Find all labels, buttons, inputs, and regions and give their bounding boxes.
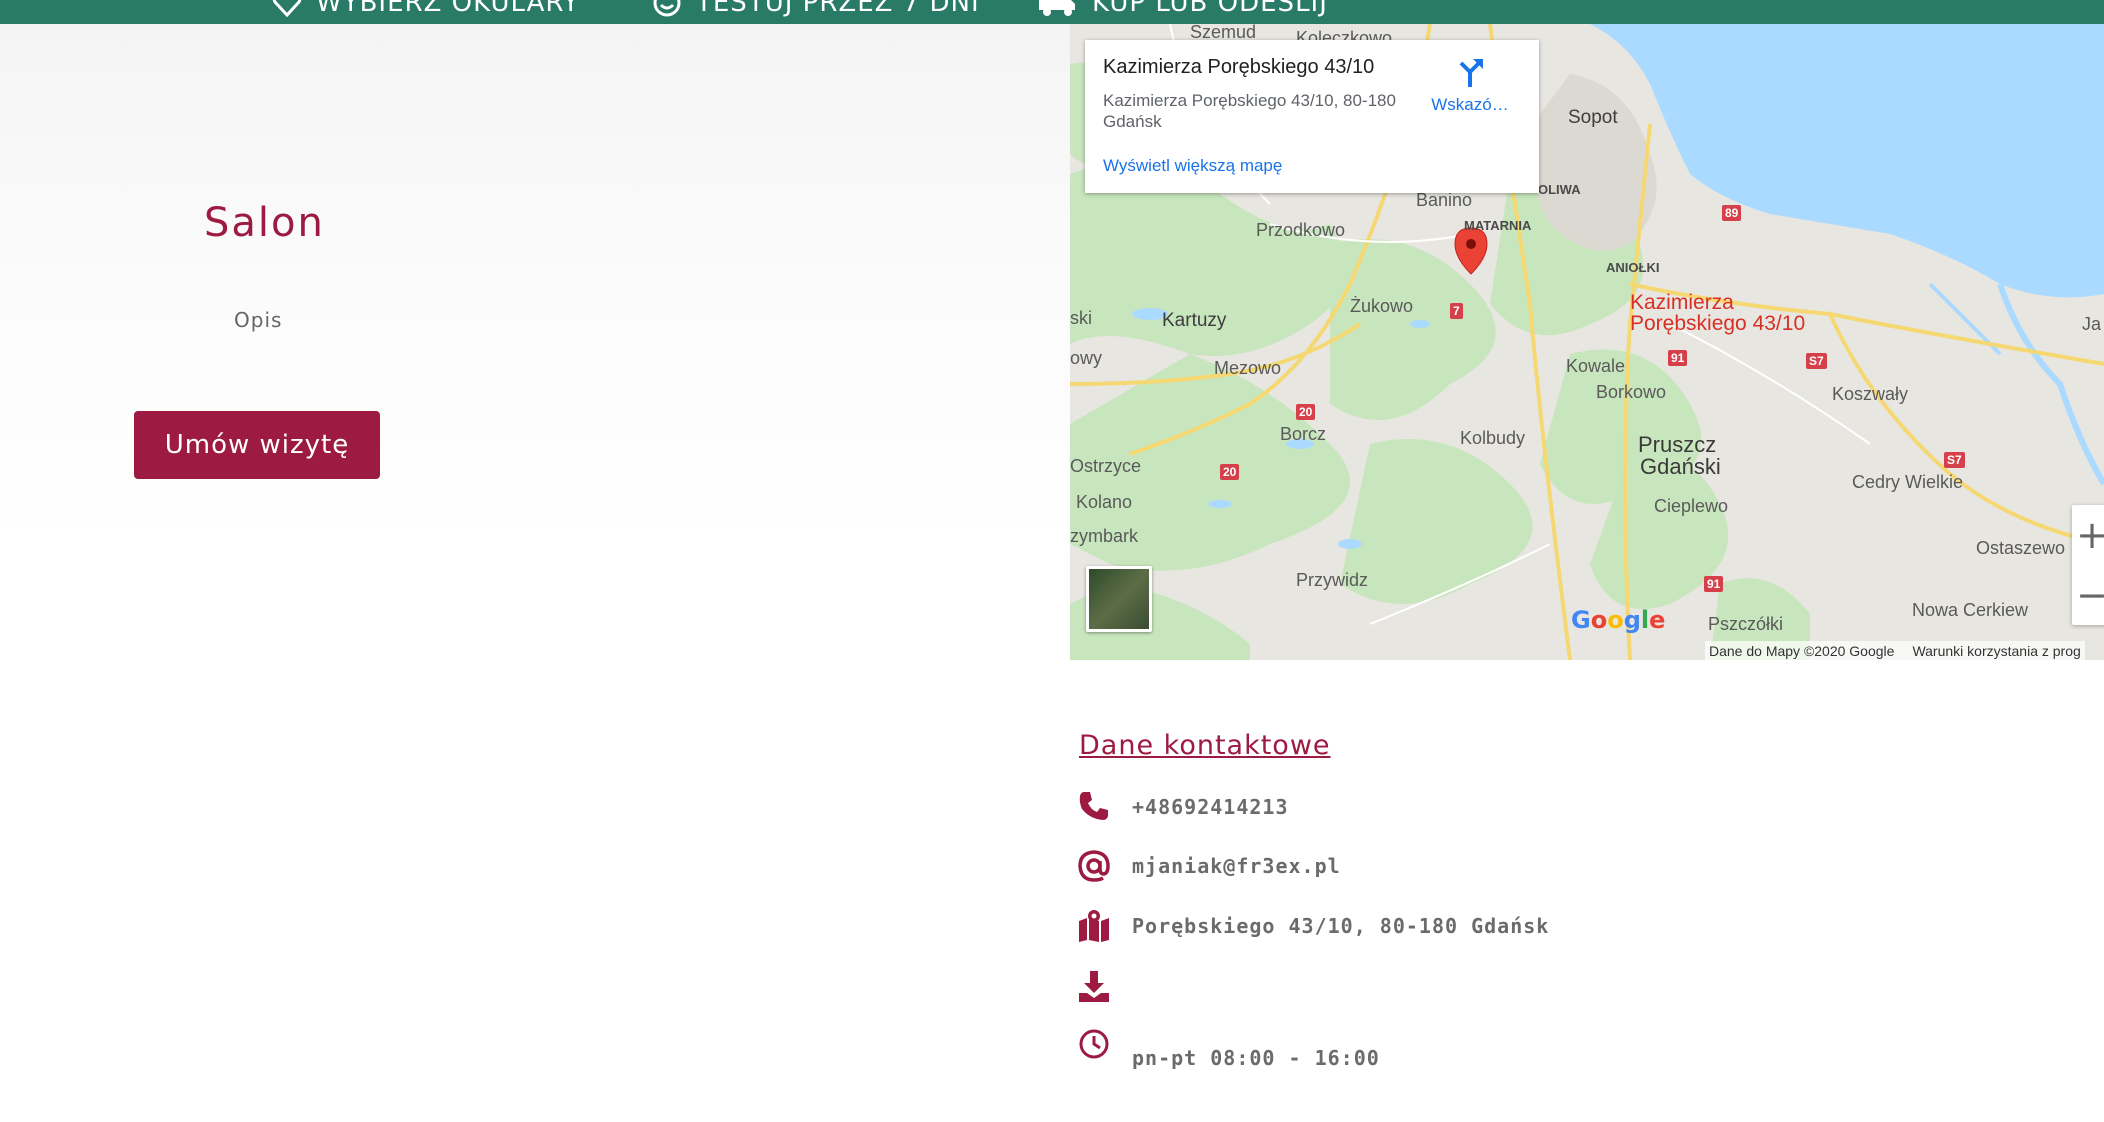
map-label: Kartuzy	[1162, 310, 1227, 331]
map-label: MATARNIA	[1464, 218, 1532, 233]
directions-button[interactable]: Wskazó…	[1425, 54, 1515, 115]
nav-item-label: WYBIERZ OKULARY	[316, 0, 580, 18]
road-shield: 7	[1450, 303, 1463, 319]
map-label: Nowa Cerkiew	[1912, 600, 2029, 620]
phone-icon	[1079, 792, 1108, 820]
contact-phone[interactable]: +48692414213	[1132, 795, 1289, 819]
nav-item-label: KUP LUB ODEŚLIJ	[1092, 0, 1328, 18]
at-icon	[1078, 850, 1110, 882]
road-shield: 91	[1668, 350, 1688, 366]
road-shield: S7	[1806, 353, 1827, 369]
map-label: Przywidz	[1296, 570, 1369, 590]
road-shield: 20	[1220, 464, 1240, 480]
map-label: owy	[1070, 348, 1103, 368]
truck-icon	[1039, 0, 1075, 16]
map-location-icon	[1079, 910, 1109, 942]
zoom-out-button[interactable]: −	[2072, 565, 2104, 625]
contact-email[interactable]: mjaniak@fr3ex.pl	[1132, 854, 1341, 878]
map-label: Kolbudy	[1460, 428, 1526, 448]
map-label: Kolano	[1076, 492, 1133, 512]
map-label: Przodkowo	[1256, 220, 1346, 240]
map-label: Sopot	[1568, 107, 1618, 128]
smile-icon	[653, 0, 681, 17]
map-label: Cedry Wielkie	[1852, 472, 1964, 492]
map-label: Ostaszewo	[1976, 538, 2066, 558]
map-label: Banino	[1416, 190, 1473, 210]
map-attribution: Dane do Mapy ©2020 Google Warunki korzys…	[1705, 641, 2085, 660]
book-appointment-button[interactable]: Umów wizytę	[134, 411, 380, 479]
road-shield: 20	[1296, 404, 1316, 420]
clock-icon	[1079, 1029, 1109, 1059]
map-label: Kowale	[1566, 356, 1626, 376]
map-label: ANIOŁKI	[1606, 260, 1660, 275]
contact-heading: Dane kontaktowe	[1079, 730, 1331, 761]
zoom-in-button[interactable]: +	[2072, 505, 2104, 565]
nav-item-label: TESTUJ PRZEZ 7 DNI	[696, 0, 980, 18]
map-label: Mezowo	[1214, 358, 1282, 378]
map-pin-label: Kazimierza Porębskiego 43/10	[1630, 291, 1806, 335]
map-card-address: Kazimierza Porębskiego 43/10, 80-180 Gda…	[1103, 91, 1396, 131]
view-larger-map-link[interactable]: Wyświetl większą mapę	[1103, 156, 1282, 176]
map-label: Ostrzyce	[1070, 456, 1142, 476]
page-title: Salon	[204, 200, 325, 246]
nav-item-choose-glasses[interactable]: WYBIERZ OKULARY	[272, 0, 580, 18]
salon-description: Opis	[234, 308, 283, 332]
map-label: Gdański	[1640, 454, 1721, 479]
road-shield: 89	[1722, 205, 1742, 221]
contact-hours: pn-pt 08:00 - 16:00	[1132, 1046, 1380, 1070]
directions-icon	[1459, 59, 1483, 87]
glasses-heart-icon	[272, 0, 302, 18]
contact-address: Porębskiego 43/10, 80-180 Gdańsk	[1132, 914, 1550, 938]
map-label: OLIWA	[1538, 182, 1581, 197]
map-terms-link[interactable]: Warunki korzystania z prog	[1912, 643, 2080, 659]
map-label: Koszwały	[1832, 384, 1909, 404]
satellite-toggle-button[interactable]	[1086, 566, 1152, 632]
map-label: Borkowo	[1596, 382, 1667, 402]
download-icon[interactable]	[1077, 969, 1111, 1003]
map-label: Pszczółki	[1708, 614, 1784, 634]
map-info-card: Kazimierza Porębskiego 43/10 Kazimierza …	[1085, 40, 1539, 193]
map-label: ski	[1070, 308, 1092, 328]
google-logo: Google	[1571, 606, 1666, 634]
road-shield: S7	[1944, 452, 1965, 468]
map-zoom-controls: + −	[2072, 505, 2104, 625]
nav-item-test-7-days[interactable]: TESTUJ PRZEZ 7 DNI	[652, 0, 980, 18]
directions-label: Wskazó…	[1431, 95, 1509, 114]
map-label: zymbark	[1070, 526, 1139, 546]
map-label: Cieplewo	[1654, 496, 1729, 516]
map-data-credit: Dane do Mapy ©2020 Google	[1709, 642, 1895, 659]
map-label: Borcz	[1280, 424, 1327, 444]
map-label: Żukowo	[1350, 296, 1414, 316]
map-label: Ja	[2082, 314, 2102, 334]
top-navigation: WYBIERZ OKULARY TESTUJ PRZEZ 7 DNI KUP L…	[0, 0, 2104, 24]
map-card-title: Kazimierza Porębskiego 43/10	[1103, 56, 1375, 78]
road-shield: 91	[1704, 576, 1724, 592]
nav-item-buy-or-return[interactable]: KUP LUB ODEŚLIJ	[1036, 0, 1328, 18]
